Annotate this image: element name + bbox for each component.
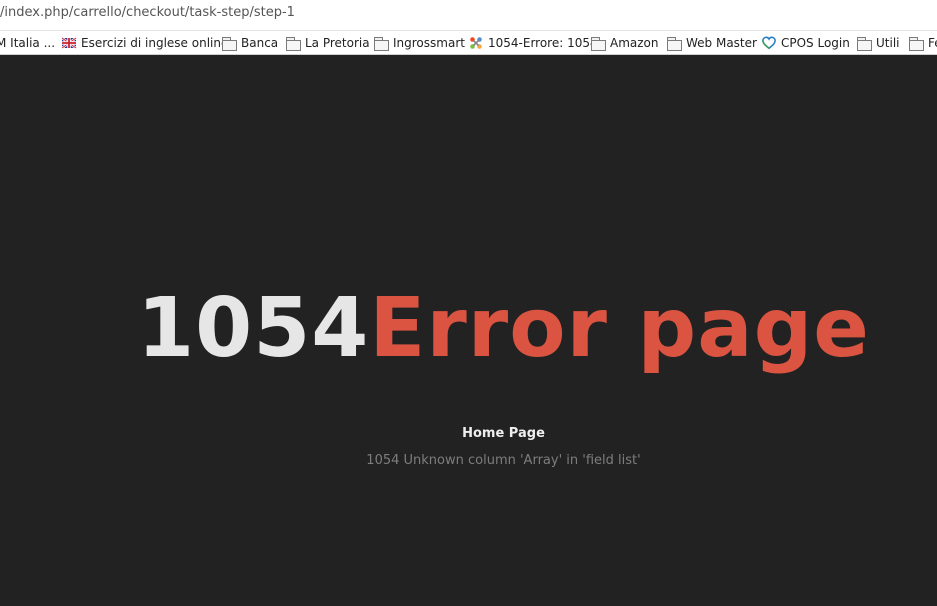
bookmark-label: La Pretoria	[305, 36, 370, 50]
folder-icon	[285, 36, 301, 51]
heart-icon	[762, 36, 776, 50]
error-label: Error page	[369, 281, 870, 376]
bookmark-label: M Italia ...	[0, 36, 56, 50]
bookmark-label: 1054-Errore: 1054	[488, 36, 598, 50]
error-page-content: 1054Error page Home Page 1054 Unknown co…	[0, 55, 937, 606]
bookmark-item[interactable]: Fe	[908, 34, 937, 52]
bookmark-label: CPOS Login	[781, 36, 850, 50]
bookmark-item[interactable]: M Italia ...	[0, 34, 55, 52]
error-code: 1054	[137, 281, 370, 376]
bookmark-label: Fe	[928, 36, 937, 50]
address-bar[interactable]: /index.php/carrello/checkout/task-step/s…	[0, 0, 937, 31]
folder-icon	[373, 36, 389, 51]
bookmark-item[interactable]: Ingrossmart	[373, 34, 465, 52]
bookmarks-bar: M Italia ... Esercizi di inglese online …	[0, 31, 937, 55]
bookmark-label: Web Master	[686, 36, 757, 50]
bookmark-label: Esercizi di inglese online	[81, 36, 229, 50]
url-text[interactable]: /index.php/carrello/checkout/task-step/s…	[0, 5, 295, 20]
bookmark-item[interactable]: Esercizi di inglese online	[61, 34, 228, 52]
bookmark-label: Banca	[241, 36, 279, 50]
folder-icon	[590, 36, 606, 51]
error-message: 1054 Unknown column 'Array' in 'field li…	[366, 453, 641, 468]
bookmark-item[interactable]: CPOS Login	[761, 34, 850, 52]
joomla-icon	[470, 37, 482, 49]
folder-icon	[666, 36, 682, 51]
bookmark-label: Amazon	[610, 36, 659, 50]
bookmark-item[interactable]: La Pretoria	[285, 34, 370, 52]
bookmark-item[interactable]: Utili	[856, 34, 900, 52]
bookmark-item[interactable]: Web Master	[666, 34, 757, 52]
folder-icon	[908, 36, 924, 51]
folder-icon	[221, 36, 237, 51]
folder-icon	[856, 36, 872, 51]
bookmark-item[interactable]: Amazon	[590, 34, 659, 52]
uk-flag-icon	[61, 37, 77, 49]
bookmark-label: Ingrossmart	[393, 36, 465, 50]
error-heading: 1054Error page	[0, 279, 937, 379]
bookmark-item[interactable]: Banca	[221, 34, 278, 52]
bookmark-label: Utili	[876, 36, 900, 50]
home-page-link[interactable]: Home Page	[0, 426, 937, 441]
bookmark-item[interactable]: 1054-Errore: 1054	[468, 34, 598, 52]
